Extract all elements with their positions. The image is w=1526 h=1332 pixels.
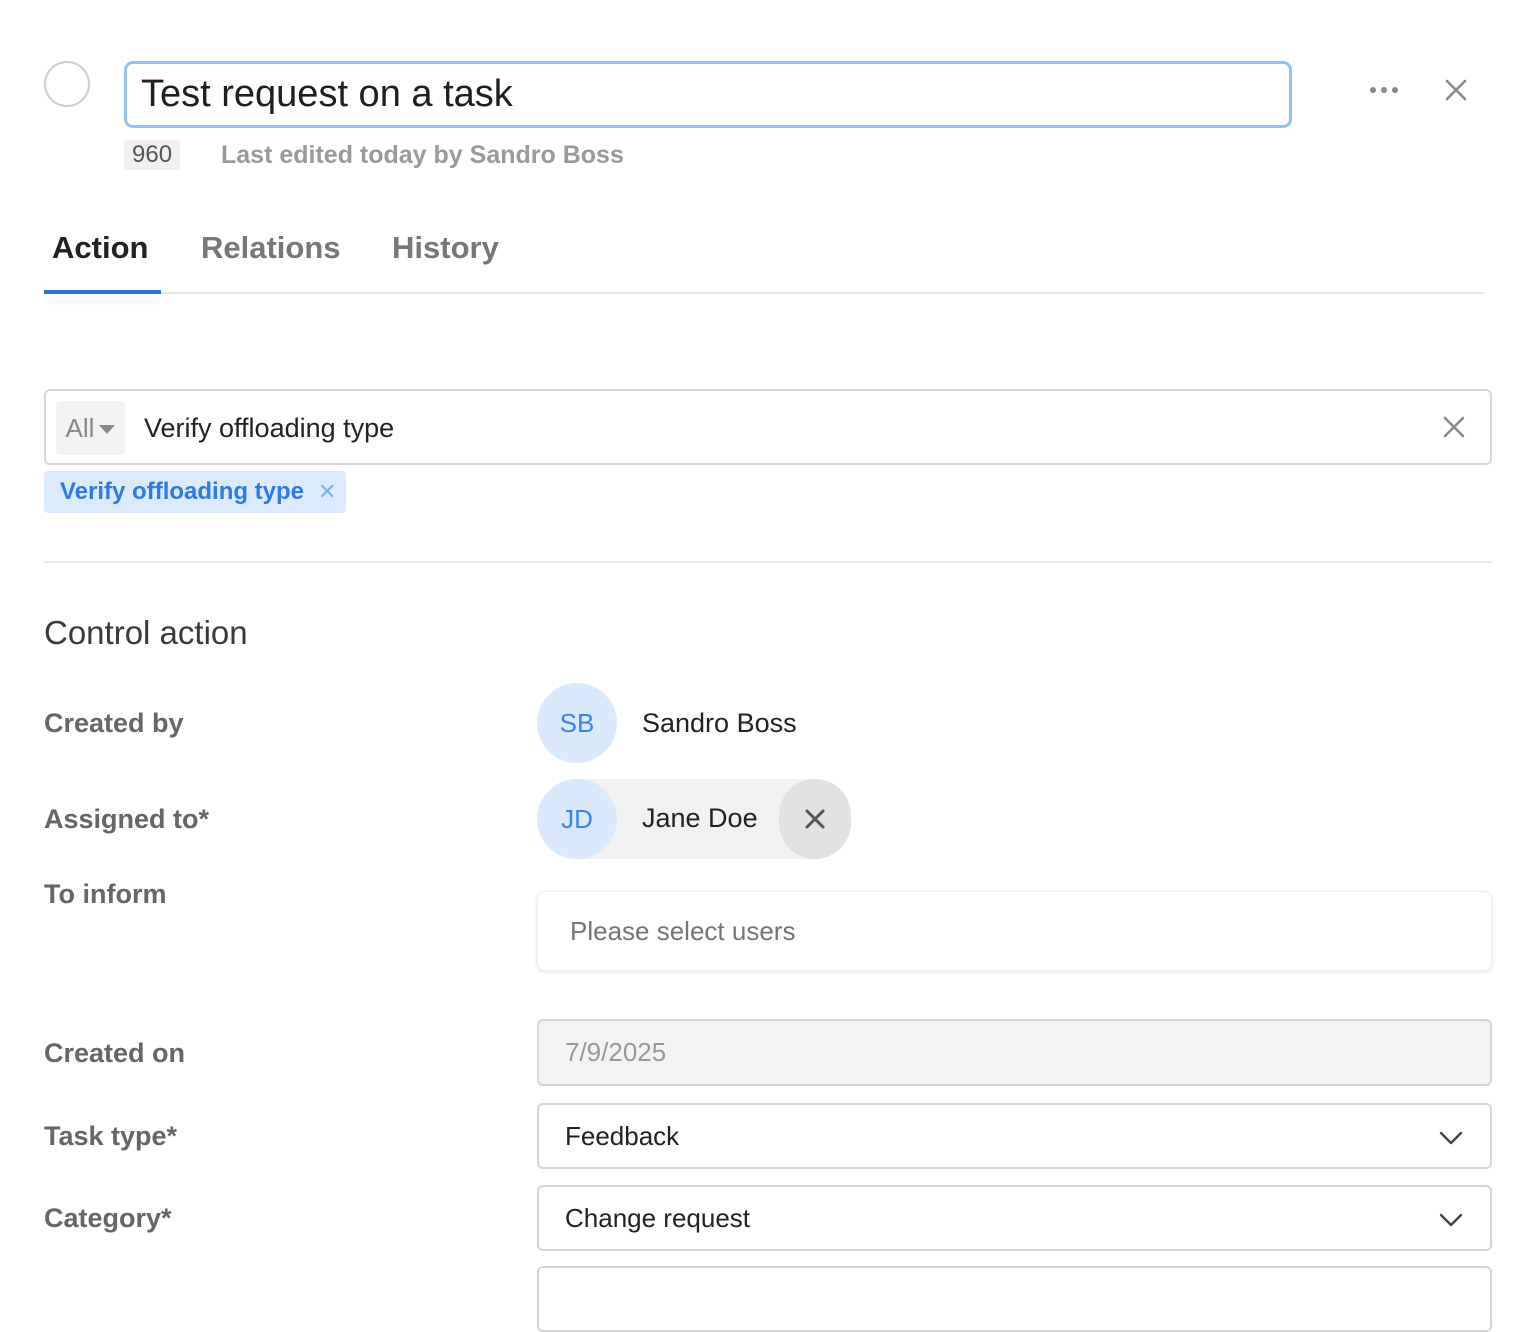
- created-on-label: Created on: [44, 1038, 186, 1068]
- next-field-partial[interactable]: [537, 1266, 1492, 1332]
- scope-select[interactable]: All: [56, 401, 125, 455]
- created-by-label: Created by: [44, 708, 184, 738]
- assignee-name: Jane Doe: [642, 803, 758, 833]
- to-inform-label: To inform: [44, 879, 167, 909]
- action-search-box: All: [44, 389, 1492, 465]
- action-search-input[interactable]: [142, 391, 1346, 465]
- task-id-badge: 960: [124, 140, 181, 170]
- section-divider: [44, 561, 1492, 563]
- chip-label: Verify offloading type: [60, 478, 305, 505]
- avatar: SB: [537, 683, 617, 763]
- created-on-field: 7/9/2025: [537, 1019, 1492, 1086]
- close-icon: [805, 809, 825, 829]
- section-title: Control action: [44, 614, 248, 651]
- task-type-value: Feedback: [565, 1120, 680, 1151]
- selected-action-chip: Verify offloading type ✕: [44, 471, 347, 513]
- to-inform-users-input[interactable]: [537, 891, 1492, 971]
- tab-bar: Action Relations History: [44, 210, 1484, 294]
- caret-down-icon: [99, 424, 116, 434]
- assigned-to-label: Assigned to*: [44, 804, 210, 834]
- active-tab-indicator: [44, 290, 161, 294]
- clear-search-icon[interactable]: [1438, 411, 1470, 443]
- remove-assignee-button[interactable]: [779, 779, 851, 859]
- avatar: JD: [537, 779, 617, 859]
- more-options-icon[interactable]: [1362, 72, 1406, 108]
- task-type-select[interactable]: Feedback: [537, 1103, 1492, 1169]
- chevron-down-icon: [1438, 1125, 1464, 1151]
- category-select[interactable]: Change request: [537, 1185, 1492, 1251]
- created-by-name: Sandro Boss: [642, 708, 797, 738]
- last-edited-text: Last edited today by Sandro Boss: [221, 141, 624, 169]
- tab-history[interactable]: History: [392, 230, 499, 266]
- created-on-value: 7/9/2025: [565, 1037, 667, 1067]
- remove-chip-icon[interactable]: ✕: [318, 479, 336, 505]
- chevron-down-icon: [1438, 1207, 1464, 1233]
- tab-relations[interactable]: Relations: [201, 230, 341, 266]
- scope-select-label: All: [65, 412, 95, 443]
- task-title-input[interactable]: [124, 61, 1292, 128]
- category-label: Category*: [44, 1203, 172, 1233]
- status-circle-toggle[interactable]: [44, 61, 90, 107]
- close-icon[interactable]: [1436, 70, 1476, 110]
- task-type-label: Task type*: [44, 1121, 178, 1151]
- category-value: Change request: [565, 1202, 751, 1233]
- assignee-pill: JD Jane Doe: [537, 779, 851, 859]
- tab-action[interactable]: Action: [52, 230, 148, 266]
